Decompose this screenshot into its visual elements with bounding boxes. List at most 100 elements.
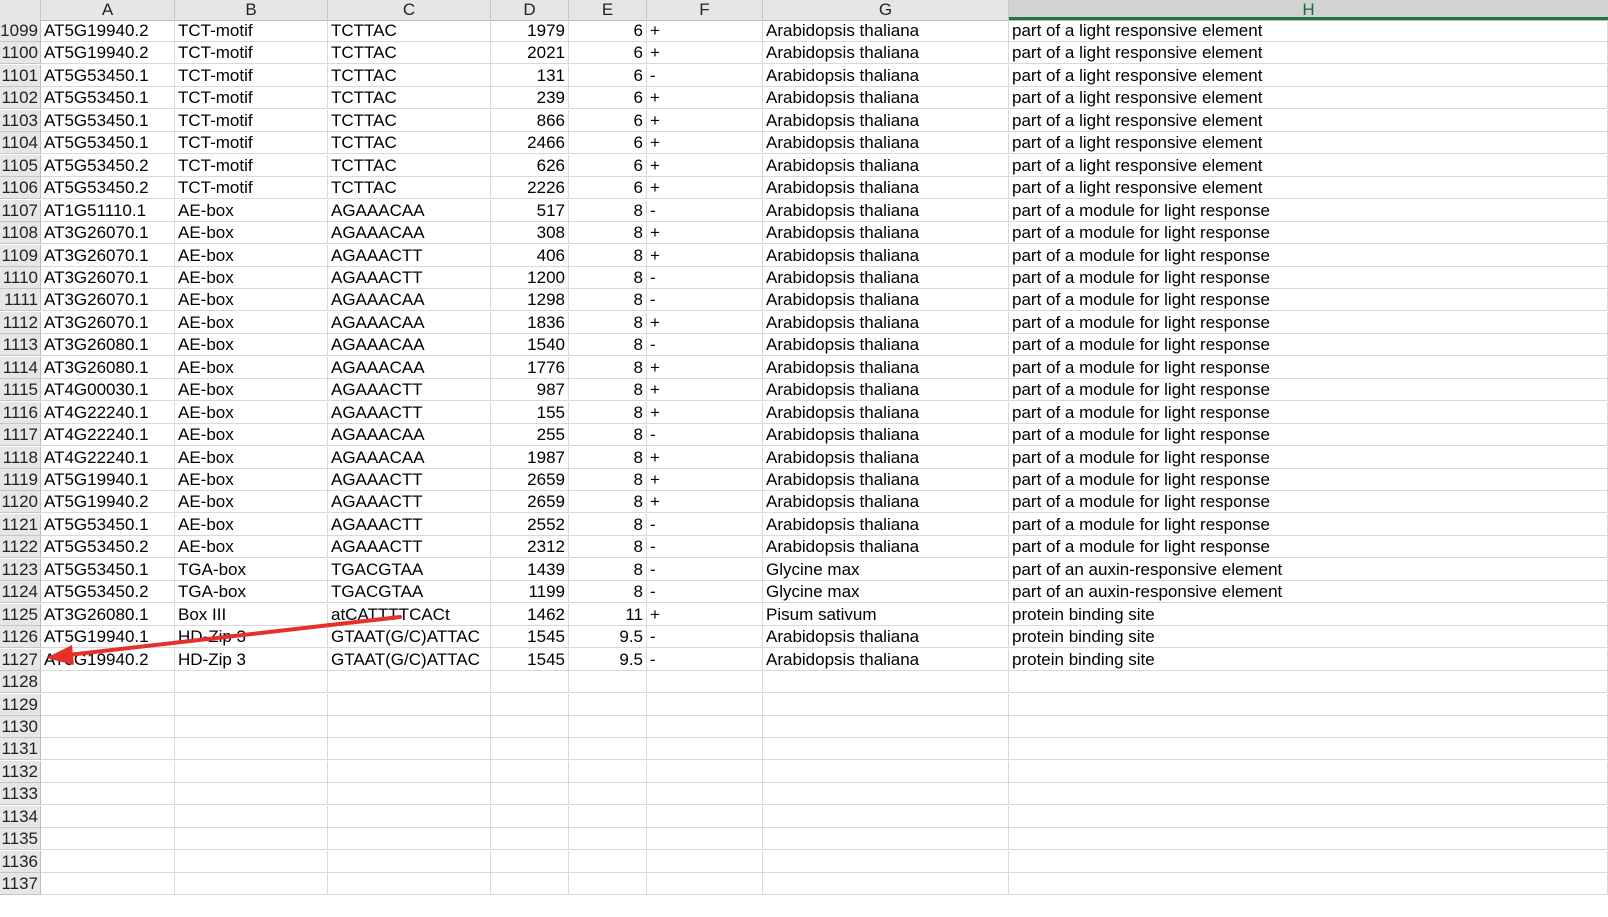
cell-a[interactable] [41, 760, 175, 783]
cell-c[interactable]: AGAAACAA [328, 356, 491, 379]
cell-h[interactable]: part of a module for light response [1009, 491, 1608, 514]
cell-a[interactable] [41, 715, 175, 738]
cell-g[interactable]: Arabidopsis thaliana [763, 536, 1009, 559]
cell-b[interactable]: AE-box [175, 379, 328, 402]
cell-f[interactable] [647, 783, 763, 806]
cell-h[interactable] [1009, 715, 1608, 738]
cell-h[interactable] [1009, 850, 1608, 873]
row-number[interactable]: 1115 [0, 379, 41, 402]
row-number[interactable]: 1117 [0, 424, 41, 447]
cell-d[interactable]: 1979 [491, 20, 569, 42]
cell-f[interactable] [647, 760, 763, 783]
cell-e[interactable]: 8 [569, 446, 647, 469]
cell-d[interactable]: 2021 [491, 42, 569, 65]
cell-h[interactable]: part of a light responsive element [1009, 109, 1608, 132]
cell-a[interactable]: AT4G22240.1 [41, 424, 175, 447]
cell-c[interactable]: AGAAACTT [328, 536, 491, 559]
cell-a[interactable]: AT5G53450.2 [41, 536, 175, 559]
cell-b[interactable]: AE-box [175, 266, 328, 289]
cell-e[interactable]: 6 [569, 64, 647, 87]
cell-b[interactable]: AE-box [175, 356, 328, 379]
cell-f[interactable] [647, 671, 763, 694]
row-number[interactable]: 1114 [0, 356, 41, 379]
cell-h[interactable]: part of a module for light response [1009, 446, 1608, 469]
cell-d[interactable]: 1836 [491, 311, 569, 334]
cell-a[interactable]: AT3G26070.1 [41, 289, 175, 312]
cell-b[interactable] [175, 850, 328, 873]
cell-b[interactable]: AE-box [175, 289, 328, 312]
cell-g[interactable]: Arabidopsis thaliana [763, 289, 1009, 312]
cell-f[interactable] [647, 693, 763, 716]
cell-f[interactable]: + [647, 603, 763, 626]
cell-b[interactable]: AE-box [175, 446, 328, 469]
cell-h[interactable]: part of a module for light response [1009, 199, 1608, 222]
cell-b[interactable]: AE-box [175, 491, 328, 514]
cell-b[interactable]: AE-box [175, 199, 328, 222]
cell-h[interactable] [1009, 828, 1608, 851]
cell-e[interactable]: 6 [569, 177, 647, 200]
cell-a[interactable]: AT1G51110.1 [41, 199, 175, 222]
cell-g[interactable]: Arabidopsis thaliana [763, 648, 1009, 671]
cell-f[interactable] [647, 828, 763, 851]
cell-e[interactable] [569, 738, 647, 761]
cell-h[interactable]: part of an auxin-responsive element [1009, 581, 1608, 604]
cell-c[interactable] [328, 873, 491, 896]
cell-e[interactable]: 6 [569, 109, 647, 132]
cell-h[interactable]: part of a light responsive element [1009, 177, 1608, 200]
cell-d[interactable] [491, 828, 569, 851]
cell-b[interactable]: TCT-motif [175, 177, 328, 200]
cell-f[interactable]: - [647, 64, 763, 87]
cell-g[interactable]: Arabidopsis thaliana [763, 311, 1009, 334]
cell-f[interactable]: + [647, 222, 763, 245]
cell-g[interactable]: Glycine max [763, 581, 1009, 604]
cell-f[interactable] [647, 873, 763, 896]
cell-f[interactable]: + [647, 401, 763, 424]
cell-g[interactable]: Arabidopsis thaliana [763, 20, 1009, 42]
cell-h[interactable]: part of a module for light response [1009, 334, 1608, 357]
cell-b[interactable]: Box III [175, 603, 328, 626]
cell-f[interactable] [647, 805, 763, 828]
cell-a[interactable]: AT5G53450.1 [41, 132, 175, 155]
cell-c[interactable]: AGAAACTT [328, 469, 491, 491]
cell-c[interactable]: TCTTAC [328, 87, 491, 110]
cell-c[interactable]: TGACGTAA [328, 558, 491, 581]
cell-a[interactable] [41, 738, 175, 761]
cell-d[interactable]: 1776 [491, 356, 569, 379]
cell-b[interactable]: AE-box [175, 244, 328, 267]
cell-h[interactable] [1009, 693, 1608, 716]
row-number[interactable]: 1109 [0, 244, 41, 267]
cell-c[interactable] [328, 805, 491, 828]
cell-g[interactable]: Arabidopsis thaliana [763, 87, 1009, 110]
cell-h[interactable]: part of a module for light response [1009, 469, 1608, 491]
cell-f[interactable]: - [647, 536, 763, 559]
cell-c[interactable]: AGAAACAA [328, 334, 491, 357]
cell-f[interactable]: + [647, 379, 763, 402]
cell-e[interactable]: 8 [569, 199, 647, 222]
cell-a[interactable] [41, 693, 175, 716]
cell-f[interactable]: - [647, 424, 763, 447]
cell-c[interactable] [328, 671, 491, 694]
cell-c[interactable]: AGAAACAA [328, 199, 491, 222]
cell-c[interactable] [328, 693, 491, 716]
cell-a[interactable]: AT3G26080.1 [41, 603, 175, 626]
column-header-e[interactable]: E [569, 0, 647, 20]
cell-g[interactable] [763, 738, 1009, 761]
cell-a[interactable]: AT5G53450.1 [41, 87, 175, 110]
cell-e[interactable]: 8 [569, 424, 647, 447]
cell-b[interactable] [175, 783, 328, 806]
cell-c[interactable]: TCTTAC [328, 20, 491, 42]
cell-h[interactable]: part of a module for light response [1009, 266, 1608, 289]
cell-b[interactable]: AE-box [175, 222, 328, 245]
cell-d[interactable] [491, 715, 569, 738]
cell-a[interactable]: AT5G19940.1 [41, 469, 175, 491]
cell-b[interactable]: AE-box [175, 469, 328, 491]
cell-e[interactable]: 8 [569, 244, 647, 267]
cell-h[interactable] [1009, 671, 1608, 694]
cell-d[interactable]: 1545 [491, 626, 569, 649]
cell-e[interactable]: 8 [569, 311, 647, 334]
cell-g[interactable]: Arabidopsis thaliana [763, 177, 1009, 200]
row-number[interactable]: 1123 [0, 558, 41, 581]
cell-d[interactable]: 155 [491, 401, 569, 424]
cell-f[interactable]: + [647, 42, 763, 65]
cell-b[interactable]: HD-Zip 3 [175, 626, 328, 649]
